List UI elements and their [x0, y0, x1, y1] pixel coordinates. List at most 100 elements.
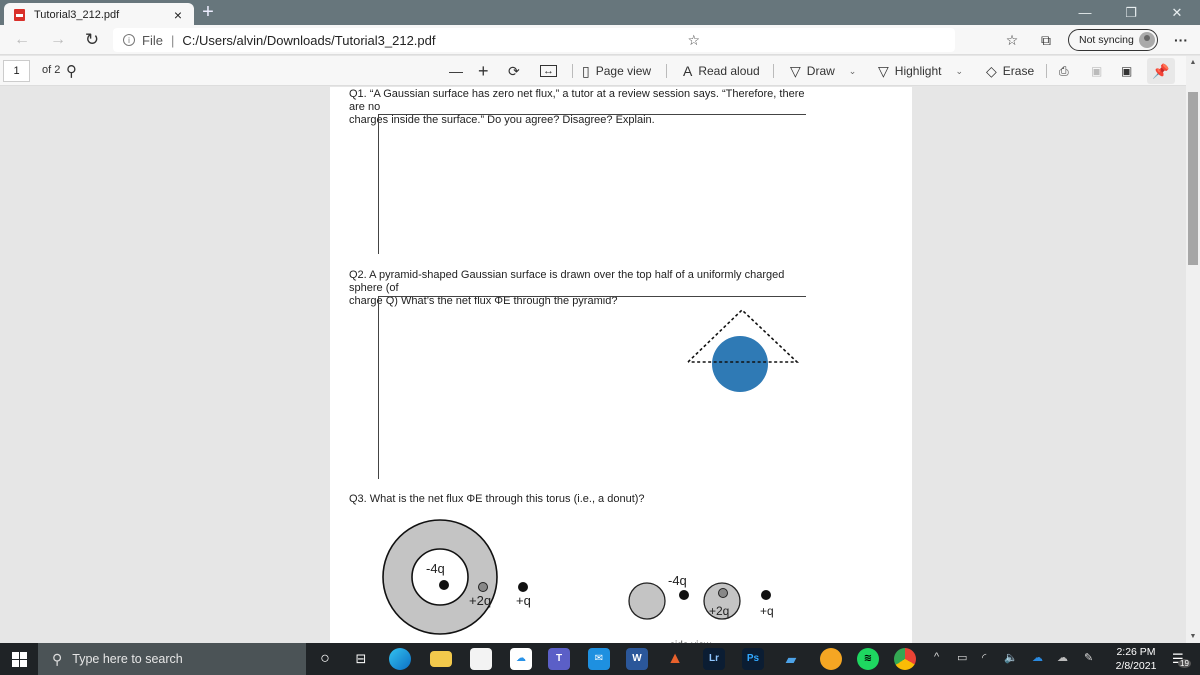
answer-box-left — [378, 114, 379, 254]
highlight-button[interactable]: ▽ Highlight ⌄ — [878, 62, 963, 80]
matlab-icon[interactable]: ▲ — [664, 648, 686, 670]
taskbar: ⚲ Type here to search ○ ⊟ ☁ T ✉ W ▲ Lr P… — [0, 643, 1200, 675]
show-hidden-icons-icon[interactable]: ^ — [934, 651, 939, 663]
chevron-down-icon[interactable]: ⌄ — [955, 66, 963, 77]
answer-box-left — [378, 296, 379, 479]
rotate-icon[interactable]: ⟳ — [508, 62, 520, 80]
maximize-button[interactable]: ❐ — [1108, 0, 1154, 25]
sync-label: Not syncing — [1079, 34, 1134, 46]
draw-button[interactable]: ▽ Draw ⌄ — [790, 62, 856, 80]
erase-button[interactable]: ◇ Erase — [986, 62, 1034, 80]
title-bar: Tutorial3_212.pdf × + — ❐ ✕ — [0, 0, 1200, 26]
search-icon: ⚲ — [52, 650, 63, 667]
wifi-icon[interactable]: ◜ — [982, 651, 986, 664]
windows-logo-icon — [11, 651, 27, 667]
pdf-file-icon — [14, 8, 25, 21]
system-clock[interactable]: 2:26 PM 2/8/2021 — [1108, 645, 1164, 673]
add-favorite-icon[interactable]: ☆ — [687, 32, 700, 49]
taskbar-search[interactable]: ⚲ Type here to search — [38, 643, 306, 675]
profile-sync-button[interactable]: Not syncing — [1068, 29, 1158, 51]
onedrive-icon[interactable]: ☁ — [1032, 651, 1043, 664]
collections-icon[interactable]: ⧉ — [1035, 30, 1057, 50]
network-app-icon[interactable]: ▰ — [780, 648, 802, 670]
vertical-scrollbar[interactable]: ▲ ▼ — [1186, 56, 1200, 643]
zoom-out-button[interactable]: — — [449, 62, 463, 80]
url-text[interactable]: C:/Users/alvin/Downloads/Tutorial3_212.p… — [182, 33, 435, 48]
notification-center-button[interactable]: ☰ 19 — [1172, 651, 1191, 668]
charge-plus-2q — [478, 582, 488, 592]
address-toolbar: ← → ↻ i File | C:/Users/alvin/Downloads/… — [0, 25, 1200, 55]
side-charge-plus-2q — [718, 588, 728, 598]
read-aloud-button[interactable]: A Read aloud — [683, 62, 760, 80]
icloud-icon[interactable]: ☁ — [510, 648, 532, 670]
pin-toolbar-icon[interactable]: 📌 — [1147, 58, 1175, 84]
favorites-icon[interactable]: ☆ — [1001, 30, 1023, 50]
minimize-button[interactable]: — — [1062, 0, 1108, 25]
tab-title: Tutorial3_212.pdf — [34, 8, 120, 21]
close-window-button[interactable]: ✕ — [1154, 0, 1200, 25]
question-3: Q3. What is the net flux ΦE through this… — [349, 493, 645, 505]
pdf-viewer[interactable]: Q1. “A Gaussian surface has zero net flu… — [0, 87, 1186, 643]
lightroom-icon[interactable]: Lr — [703, 648, 725, 670]
label-minus-4q: -4q — [426, 561, 445, 576]
more-icon[interactable]: ··· — [1170, 30, 1192, 50]
edge-icon[interactable] — [389, 648, 411, 670]
file-explorer-icon[interactable] — [430, 651, 452, 667]
info-icon[interactable]: i — [123, 34, 135, 46]
page-number-input[interactable]: 1 — [3, 60, 30, 82]
weather-icon[interactable] — [820, 648, 842, 670]
scheme-label: File — [142, 32, 163, 48]
highlight-icon: ▽ — [878, 62, 889, 79]
photoshop-icon[interactable]: Ps — [742, 648, 764, 670]
charge-minus-4q — [439, 580, 449, 590]
page-total: of 2 — [42, 64, 61, 76]
back-button[interactable]: ← — [10, 29, 34, 51]
scroll-up-icon[interactable]: ▲ — [1186, 59, 1200, 66]
scroll-down-icon[interactable]: ▼ — [1186, 633, 1200, 640]
question-1: Q1. “A Gaussian surface has zero net flu… — [349, 88, 819, 127]
battery-icon[interactable]: ▭ — [957, 651, 967, 664]
divider — [572, 64, 573, 78]
new-tab-button[interactable]: + — [198, 2, 218, 23]
chevron-down-icon[interactable]: ⌄ — [849, 66, 857, 77]
label-plus-q: +q — [516, 593, 531, 608]
chrome-icon[interactable] — [894, 648, 916, 670]
pdf-page: Q1. “A Gaussian surface has zero net flu… — [330, 87, 912, 643]
forward-button[interactable]: → — [46, 29, 70, 51]
draw-label: Draw — [806, 64, 835, 78]
divider — [666, 64, 667, 78]
torus-hole — [411, 548, 469, 606]
zoom-in-button[interactable]: + — [478, 61, 489, 81]
start-button[interactable] — [0, 643, 38, 675]
side-label-plus-q: +q — [760, 604, 774, 618]
search-icon[interactable]: ⚲ — [66, 62, 77, 80]
refresh-button[interactable]: ↻ — [80, 29, 104, 51]
side-torus-left — [628, 582, 666, 620]
pyramid-diagram — [687, 308, 800, 392]
charge-plus-q — [518, 582, 528, 592]
print-icon[interactable]: ⎙ — [1059, 62, 1069, 80]
browser-tab[interactable]: Tutorial3_212.pdf × — [4, 3, 194, 26]
tab-close-button[interactable]: × — [168, 8, 188, 22]
word-icon[interactable]: W — [626, 648, 648, 670]
store-icon[interactable] — [470, 648, 492, 670]
side-charge-plus-q — [761, 590, 771, 600]
volume-icon[interactable]: 🔈 — [1004, 651, 1018, 664]
page-view-label: Page view — [595, 64, 652, 78]
address-bar[interactable]: i File | C:/Users/alvin/Downloads/Tutori… — [113, 28, 955, 52]
pen-icon[interactable]: ✎ — [1084, 651, 1093, 664]
save-as-icon[interactable]: ▣ — [1121, 62, 1132, 80]
cortana-icon[interactable]: ○ — [314, 648, 336, 670]
task-view-icon[interactable]: ⊟ — [350, 648, 372, 670]
page-view-button[interactable]: ▯ Page view — [582, 62, 651, 80]
eraser-icon: ◇ — [986, 62, 997, 79]
spotify-icon[interactable]: ≋ — [857, 648, 879, 670]
notification-count: 19 — [1178, 659, 1191, 668]
onedrive-error-icon[interactable]: ☁ — [1057, 651, 1068, 664]
q2-line-1: Q2. A pyramid-shaped Gaussian surface is… — [349, 269, 785, 294]
scrollbar-thumb[interactable] — [1188, 92, 1198, 265]
teams-icon[interactable]: T — [548, 648, 570, 670]
torus-diagram: -4q +2q +q -4q +2q +q side view — [382, 519, 774, 643]
fit-page-icon[interactable]: ↔ — [540, 65, 557, 77]
mail-icon[interactable]: ✉ — [588, 648, 610, 670]
